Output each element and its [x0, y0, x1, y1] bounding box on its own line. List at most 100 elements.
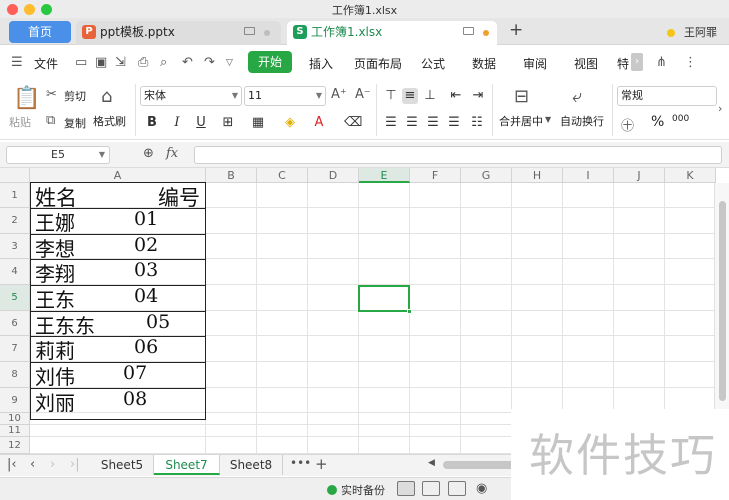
vertical-scroll-thumb[interactable] — [719, 201, 726, 401]
number-cell[interactable]: 08 — [123, 388, 147, 410]
name-box[interactable]: E5 ▼ — [6, 146, 110, 164]
cut-icon[interactable]: ✂ — [46, 87, 57, 102]
align-middle-icon[interactable]: ≡ — [402, 88, 418, 104]
number-cell[interactable]: 03 — [134, 259, 158, 281]
user-name[interactable]: 王阿罪 — [684, 24, 717, 40]
prev-sheet-icon[interactable]: ‹ — [30, 457, 35, 472]
menu-formulas[interactable]: 公式 — [421, 55, 445, 72]
column-header-i[interactable]: I — [563, 168, 614, 183]
merge-center-button[interactable]: 合并居中 — [499, 113, 543, 129]
add-sheet-button[interactable]: + — [315, 455, 328, 473]
eye-protection-icon[interactable]: ◉ — [476, 481, 487, 496]
print-icon[interactable]: ⎙ — [138, 55, 148, 70]
bold-button[interactable]: B — [144, 115, 160, 131]
name-cell[interactable]: 李翔 — [35, 258, 75, 287]
fill-color-icon[interactable]: ◈ — [282, 115, 298, 131]
more-sheets-button[interactable]: ••• — [290, 456, 311, 470]
user-avatar-icon[interactable] — [667, 29, 675, 37]
next-sheet-icon[interactable]: › — [50, 457, 55, 472]
row-header-12[interactable]: 12 — [0, 437, 30, 454]
font-name-select[interactable]: 宋体 ▼ — [140, 86, 242, 106]
column-header-e[interactable]: E — [359, 168, 410, 183]
percent-button[interactable]: % — [651, 114, 664, 130]
menu-special[interactable]: 特 — [617, 55, 629, 72]
sheet-tab-sheet7[interactable]: Sheet7 — [154, 455, 220, 475]
name-cell[interactable]: 刘丽 — [35, 387, 75, 416]
column-header-g[interactable]: G — [461, 168, 512, 183]
justify-icon[interactable]: ☰ — [446, 115, 462, 131]
number-cell[interactable]: 07 — [123, 362, 147, 384]
tab-ppt-document[interactable]: P ppt模板.pptx — [76, 21, 281, 45]
column-header-b[interactable]: B — [206, 168, 257, 183]
number-cell[interactable]: 04 — [134, 285, 158, 307]
row-header-7[interactable]: 7 — [0, 336, 30, 362]
align-right-icon[interactable]: ☰ — [425, 115, 441, 131]
realtime-backup-label[interactable]: 实时备份 — [341, 482, 385, 498]
export-icon[interactable]: ⇲ — [115, 55, 126, 70]
first-sheet-icon[interactable]: |‹ — [7, 457, 17, 472]
menu-review[interactable]: 审阅 — [523, 55, 547, 72]
more-options-icon[interactable]: ⋮ — [684, 55, 697, 70]
align-left-icon[interactable]: ☰ — [383, 115, 399, 131]
align-bottom-icon[interactable]: ⊥ — [422, 88, 438, 104]
row-header-6[interactable]: 6 — [0, 311, 30, 336]
preview-icon[interactable]: ⌕ — [160, 55, 167, 70]
wrap-text-icon[interactable]: ⤶ — [572, 86, 582, 107]
column-header-k[interactable]: K — [665, 168, 716, 183]
underline-button[interactable]: U — [193, 115, 209, 131]
fill-pattern-icon[interactable]: ▦ — [250, 115, 266, 131]
normal-view-icon[interactable] — [397, 481, 415, 496]
row-header-9[interactable]: 9 — [0, 388, 30, 413]
wrap-text-button[interactable]: 自动换行 — [560, 113, 604, 129]
row-header-3[interactable]: 3 — [0, 234, 30, 259]
last-sheet-icon[interactable]: ›| — [70, 457, 80, 472]
row-header-5[interactable]: 5 — [0, 285, 30, 311]
merge-center-icon[interactable]: ⊟ — [514, 86, 529, 107]
new-tab-button[interactable]: + — [509, 20, 523, 40]
column-header-f[interactable]: F — [410, 168, 461, 183]
ribbon-scroll-right-icon[interactable]: › — [718, 102, 722, 115]
distributed-icon[interactable]: ☷ — [469, 115, 485, 131]
decrease-font-icon[interactable]: A⁻ — [355, 87, 371, 102]
active-cell-e5[interactable] — [358, 285, 410, 312]
quick-access-dropdown-icon[interactable]: ▽ — [226, 58, 233, 68]
row-header-10[interactable]: 10 — [0, 413, 30, 425]
currency-icon[interactable]: ㊉ — [621, 115, 634, 134]
zoom-search-icon[interactable]: ⊕ — [143, 146, 154, 161]
italic-button[interactable]: I — [169, 115, 185, 131]
row-header-4[interactable]: 4 — [0, 259, 30, 285]
menu-page-layout[interactable]: 页面布局 — [354, 55, 402, 72]
row-header-2[interactable]: 2 — [0, 208, 30, 234]
column-header-h[interactable]: H — [512, 168, 563, 183]
row-header-11[interactable]: 11 — [0, 425, 30, 437]
hamburger-menu-icon[interactable]: ☰ — [11, 55, 23, 70]
home-tab[interactable]: 首页 — [9, 21, 71, 43]
merge-dropdown-icon[interactable]: ▼ — [545, 115, 551, 124]
name-cell[interactable]: 莉莉 — [35, 335, 75, 364]
page-break-view-icon[interactable] — [448, 481, 466, 496]
font-color-icon[interactable]: A — [311, 115, 327, 131]
column-header-d[interactable]: D — [308, 168, 359, 183]
indent-decrease-icon[interactable]: ⇤ — [448, 88, 464, 104]
border-icon[interactable]: ⊞ — [220, 115, 236, 131]
paste-icon[interactable]: 📋 — [13, 86, 40, 111]
menu-data[interactable]: 数据 — [472, 55, 496, 72]
column-header-j[interactable]: J — [614, 168, 665, 183]
menu-more-button[interactable]: › — [631, 53, 643, 71]
insert-function-icon[interactable]: fx — [166, 146, 178, 161]
undo-icon[interactable]: ↶ — [182, 55, 193, 70]
number-cell[interactable]: 06 — [134, 336, 158, 358]
sheet-tab-sheet8[interactable]: Sheet8 — [220, 455, 283, 475]
row-header-1[interactable]: 1 — [0, 183, 30, 208]
scroll-left-icon[interactable]: ◀ — [428, 458, 435, 468]
menu-start[interactable]: 开始 — [248, 51, 292, 73]
redo-icon[interactable]: ↷ — [204, 55, 215, 70]
page-layout-view-icon[interactable] — [422, 481, 440, 496]
format-painter-button[interactable]: 格式刷 — [93, 113, 126, 129]
name-cell[interactable]: 王东 — [35, 284, 75, 313]
indent-increase-icon[interactable]: ⇥ — [470, 88, 486, 104]
fill-handle[interactable] — [407, 309, 412, 314]
copy-icon[interactable]: ⧉ — [46, 113, 55, 128]
header-number-cell[interactable]: 编号 — [158, 182, 200, 212]
copy-button[interactable]: 复制 — [64, 115, 86, 131]
